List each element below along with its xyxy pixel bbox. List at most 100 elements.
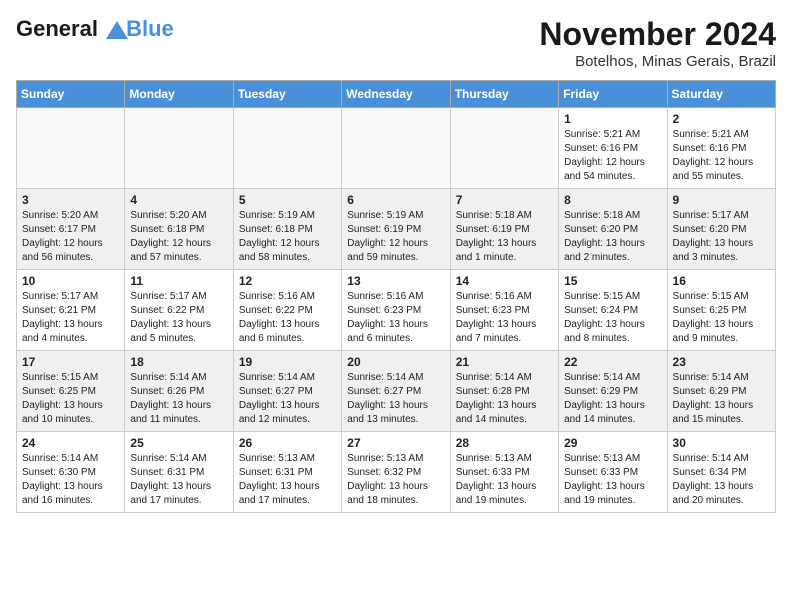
day-info: Sunrise: 5:19 AMSunset: 6:19 PMDaylight:… bbox=[347, 209, 444, 265]
day-info: Sunrise: 5:16 AMSunset: 6:23 PMDaylight:… bbox=[456, 290, 553, 346]
day-info: Sunrise: 5:13 AMSunset: 6:32 PMDaylight:… bbox=[347, 452, 444, 508]
day-number: 23 bbox=[673, 355, 770, 369]
day-info: Sunrise: 5:14 AMSunset: 6:26 PMDaylight:… bbox=[130, 371, 227, 427]
day-info: Sunrise: 5:15 AMSunset: 6:25 PMDaylight:… bbox=[22, 371, 119, 427]
calendar-cell: 10 Sunrise: 5:17 AMSunset: 6:21 PMDayligh… bbox=[17, 270, 125, 351]
calendar-cell: 18Sunrise: 5:14 AMSunset: 6:26 PMDayligh… bbox=[125, 351, 233, 432]
day-number: 12 bbox=[239, 274, 336, 288]
header-wednesday: Wednesday bbox=[342, 81, 450, 108]
calendar-cell: 27 Sunrise: 5:13 AMSunset: 6:32 PMDayligh… bbox=[342, 432, 450, 513]
day-info: Sunrise: 5:16 AMSunset: 6:23 PMDaylight:… bbox=[347, 290, 444, 346]
calendar-cell: 28Sunrise: 5:13 AMSunset: 6:33 PMDayligh… bbox=[450, 432, 558, 513]
calendar-week-3: 10 Sunrise: 5:17 AMSunset: 6:21 PMDayligh… bbox=[17, 270, 776, 351]
day-number: 30 bbox=[673, 436, 770, 450]
calendar-cell: 9 Sunrise: 5:17 AMSunset: 6:20 PMDaylight… bbox=[667, 189, 775, 270]
calendar-cell: 3 Sunrise: 5:20 AMSunset: 6:17 PMDaylight… bbox=[17, 189, 125, 270]
calendar-cell: 12 Sunrise: 5:16 AMSunset: 6:22 PMDayligh… bbox=[233, 270, 341, 351]
day-info: Sunrise: 5:21 AMSunset: 6:16 PMDaylight:… bbox=[564, 128, 661, 184]
day-number: 13 bbox=[347, 274, 444, 288]
header-tuesday: Tuesday bbox=[233, 81, 341, 108]
day-number: 29 bbox=[564, 436, 661, 450]
calendar-cell: 17 Sunrise: 5:15 AMSunset: 6:25 PMDayligh… bbox=[17, 351, 125, 432]
calendar-week-4: 17 Sunrise: 5:15 AMSunset: 6:25 PMDayligh… bbox=[17, 351, 776, 432]
calendar-cell: 15Sunrise: 5:15 AMSunset: 6:24 PMDayligh… bbox=[559, 270, 667, 351]
day-info: Sunrise: 5:14 AMSunset: 6:29 PMDaylight:… bbox=[673, 371, 770, 427]
calendar-cell: 26 Sunrise: 5:13 AMSunset: 6:31 PMDayligh… bbox=[233, 432, 341, 513]
location: Botelhos, Minas Gerais, Brazil bbox=[539, 53, 776, 70]
day-info: Sunrise: 5:15 AMSunset: 6:25 PMDaylight:… bbox=[673, 290, 770, 346]
header-sunday: Sunday bbox=[17, 81, 125, 108]
calendar-cell bbox=[17, 108, 125, 189]
calendar-cell: 7 Sunrise: 5:18 AMSunset: 6:19 PMDaylight… bbox=[450, 189, 558, 270]
day-number: 20 bbox=[347, 355, 444, 369]
day-number: 4 bbox=[130, 193, 227, 207]
calendar-cell: 13 Sunrise: 5:16 AMSunset: 6:23 PMDayligh… bbox=[342, 270, 450, 351]
day-number: 25 bbox=[130, 436, 227, 450]
logo: General Blue bbox=[16, 16, 174, 42]
day-number: 24 bbox=[22, 436, 119, 450]
calendar-cell bbox=[450, 108, 558, 189]
day-number: 15 bbox=[564, 274, 661, 288]
day-number: 1 bbox=[564, 112, 661, 126]
calendar-cell: 29 Sunrise: 5:13 AMSunset: 6:33 PMDayligh… bbox=[559, 432, 667, 513]
day-number: 16 bbox=[673, 274, 770, 288]
calendar-cell: 1 Sunrise: 5:21 AMSunset: 6:16 PMDaylight… bbox=[559, 108, 667, 189]
calendar-cell bbox=[342, 108, 450, 189]
calendar-cell: 14 Sunrise: 5:16 AMSunset: 6:23 PMDayligh… bbox=[450, 270, 558, 351]
calendar-cell bbox=[125, 108, 233, 189]
day-info: Sunrise: 5:13 AMSunset: 6:31 PMDaylight:… bbox=[239, 452, 336, 508]
day-number: 10 bbox=[22, 274, 119, 288]
day-info: Sunrise: 5:14 AMSunset: 6:29 PMDaylight:… bbox=[564, 371, 661, 427]
calendar-cell: 24Sunrise: 5:14 AMSunset: 6:30 PMDayligh… bbox=[17, 432, 125, 513]
day-number: 17 bbox=[22, 355, 119, 369]
day-number: 7 bbox=[456, 193, 553, 207]
calendar-cell: 25 Sunrise: 5:14 AMSunset: 6:31 PMDayligh… bbox=[125, 432, 233, 513]
calendar-cell: 16 Sunrise: 5:15 AMSunset: 6:25 PMDayligh… bbox=[667, 270, 775, 351]
day-info: Sunrise: 5:14 AMSunset: 6:31 PMDaylight:… bbox=[130, 452, 227, 508]
day-info: Sunrise: 5:14 AMSunset: 6:28 PMDaylight:… bbox=[456, 371, 553, 427]
day-info: Sunrise: 5:16 AMSunset: 6:22 PMDaylight:… bbox=[239, 290, 336, 346]
day-number: 27 bbox=[347, 436, 444, 450]
calendar-cell: 8 Sunrise: 5:18 AMSunset: 6:20 PMDaylight… bbox=[559, 189, 667, 270]
month-title: November 2024 bbox=[539, 16, 776, 53]
day-info: Sunrise: 5:14 AMSunset: 6:34 PMDaylight:… bbox=[673, 452, 770, 508]
day-number: 21 bbox=[456, 355, 553, 369]
day-info: Sunrise: 5:17 AMSunset: 6:20 PMDaylight:… bbox=[673, 209, 770, 265]
day-info: Sunrise: 5:13 AMSunset: 6:33 PMDaylight:… bbox=[564, 452, 661, 508]
logo-icon bbox=[106, 21, 128, 39]
day-info: Sunrise: 5:20 AMSunset: 6:17 PMDaylight:… bbox=[22, 209, 119, 265]
day-number: 8 bbox=[564, 193, 661, 207]
calendar-cell: 19Sunrise: 5:14 AMSunset: 6:27 PMDayligh… bbox=[233, 351, 341, 432]
calendar-week-1: 1 Sunrise: 5:21 AMSunset: 6:16 PMDaylight… bbox=[17, 108, 776, 189]
day-number: 14 bbox=[456, 274, 553, 288]
day-number: 19 bbox=[239, 355, 336, 369]
day-info: Sunrise: 5:21 AMSunset: 6:16 PMDaylight:… bbox=[673, 128, 770, 184]
day-info: Sunrise: 5:17 AMSunset: 6:22 PMDaylight:… bbox=[130, 290, 227, 346]
title-block: November 2024 Botelhos, Minas Gerais, Br… bbox=[539, 16, 776, 70]
day-number: 28 bbox=[456, 436, 553, 450]
day-number: 11 bbox=[130, 274, 227, 288]
calendar-week-2: 3 Sunrise: 5:20 AMSunset: 6:17 PMDaylight… bbox=[17, 189, 776, 270]
header-saturday: Saturday bbox=[667, 81, 775, 108]
calendar-week-5: 24Sunrise: 5:14 AMSunset: 6:30 PMDayligh… bbox=[17, 432, 776, 513]
day-info: Sunrise: 5:20 AMSunset: 6:18 PMDaylight:… bbox=[130, 209, 227, 265]
calendar-cell: 6 Sunrise: 5:19 AMSunset: 6:19 PMDaylight… bbox=[342, 189, 450, 270]
header-row: Sunday Monday Tuesday Wednesday Thursday… bbox=[17, 81, 776, 108]
day-info: Sunrise: 5:14 AMSunset: 6:27 PMDaylight:… bbox=[347, 371, 444, 427]
logo-general: General bbox=[16, 16, 98, 41]
day-info: Sunrise: 5:18 AMSunset: 6:19 PMDaylight:… bbox=[456, 209, 553, 265]
day-number: 9 bbox=[673, 193, 770, 207]
day-info: Sunrise: 5:18 AMSunset: 6:20 PMDaylight:… bbox=[564, 209, 661, 265]
day-info: Sunrise: 5:17 AMSunset: 6:21 PMDaylight:… bbox=[22, 290, 119, 346]
calendar-cell: 21 Sunrise: 5:14 AMSunset: 6:28 PMDayligh… bbox=[450, 351, 558, 432]
day-number: 6 bbox=[347, 193, 444, 207]
day-number: 3 bbox=[22, 193, 119, 207]
calendar-cell: 5Sunrise: 5:19 AMSunset: 6:18 PMDaylight… bbox=[233, 189, 341, 270]
header-thursday: Thursday bbox=[450, 81, 558, 108]
header-monday: Monday bbox=[125, 81, 233, 108]
page-header: General Blue November 2024 Botelhos, Min… bbox=[16, 16, 776, 70]
calendar-cell bbox=[233, 108, 341, 189]
calendar-table: Sunday Monday Tuesday Wednesday Thursday… bbox=[16, 80, 776, 513]
calendar-cell: 20 Sunrise: 5:14 AMSunset: 6:27 PMDayligh… bbox=[342, 351, 450, 432]
day-number: 26 bbox=[239, 436, 336, 450]
